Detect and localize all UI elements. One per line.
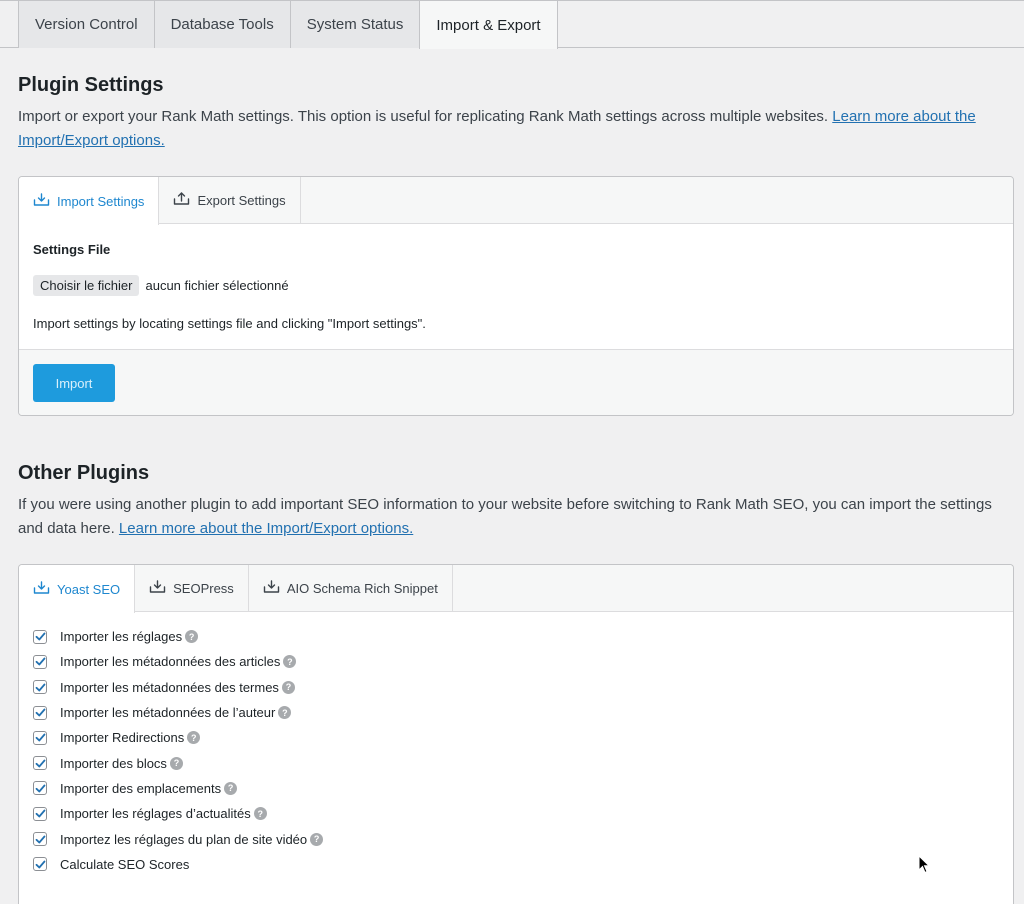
checkbox[interactable] [33,654,47,669]
tab-database-tools[interactable]: Database Tools [153,1,290,48]
tab-aio-schema-label: AIO Schema Rich Snippet [286,581,438,596]
checkmark-icon [35,708,45,717]
plugin-settings-section: Plugin Settings Import or export your Ra… [18,74,1014,416]
no-file-text: aucun fichier sélectionné [145,278,289,293]
checkmark-icon [35,683,45,692]
tab-aio-schema[interactable]: AIO Schema Rich Snippet [249,565,453,612]
checkmark-icon [35,759,45,768]
checkbox[interactable] [33,832,47,847]
list-item: Importer les métadonnées des articles? [33,649,999,674]
checkbox[interactable] [33,756,47,771]
help-icon[interactable]: ? [278,706,292,720]
other-plugins-title: Other Plugins [18,462,150,484]
plugin-settings-description-text: Import or export your Rank Math settings… [18,108,829,125]
tab-import-settings[interactable]: Import Settings [19,177,160,225]
option-label: Importer les réglages d’actualités [60,806,251,822]
option-label: Importer des emplacements [60,780,222,796]
checkbox[interactable] [33,806,47,821]
import-settings-panel: Settings File Choisir le fichier aucun f… [19,224,1013,348]
checkmark-icon [35,784,45,793]
checkbox[interactable] [33,857,47,872]
other-plugins-description: If you were using another plugin to add … [18,493,1014,541]
tab-version-control[interactable]: Version Control [18,1,154,48]
tab-import-settings-label: Import Settings [57,193,145,209]
import-icon [33,192,50,210]
import-options-list: Importer les réglages? Importer les métad… [19,612,1013,877]
other-plugins-box: Yoast SEO SEOPress AIO Schema Rich Snipp… [18,564,1014,904]
help-icon[interactable]: ? [169,756,183,770]
checkbox[interactable] [33,705,47,720]
other-plugins-tabs: Yoast SEO SEOPress AIO Schema Rich Snipp… [19,565,1013,613]
checkmark-icon [35,860,45,869]
import-icon [33,580,50,598]
choose-file-button[interactable]: Choisir le fichier [33,275,140,296]
settings-file-label: Settings File [33,242,111,257]
tab-yoast-seo-label: Yoast SEO [57,581,121,597]
option-label: Importer les métadonnées de l’auteur [60,705,276,721]
checkmark-icon [35,658,45,666]
checkmark-icon [35,632,45,641]
import-icon [263,580,280,597]
list-item: Importer les réglages d’actualités? [33,801,999,826]
list-item: Importez les réglages du plan de site vi… [33,826,999,851]
list-item: Importer Redirections? [33,725,999,750]
option-label: Importer des blocs [60,755,167,771]
checkbox[interactable] [33,781,47,796]
tab-seopress[interactable]: SEOPress [135,565,249,612]
tab-system-status[interactable]: System Status [289,1,420,48]
help-icon[interactable]: ? [281,680,295,694]
plugin-settings-box: Import Settings Export Settings Settings… [18,176,1014,416]
option-label: Importer les réglages [60,629,183,645]
import-icon [149,580,166,597]
list-item: Importer les métadonnées de l’auteur? [33,700,999,725]
help-icon[interactable]: ? [283,655,297,669]
tab-export-settings[interactable]: Export Settings [159,177,301,224]
option-label: Importez les réglages du plan de site vi… [60,831,308,847]
other-plugins-section: Other Plugins If you were using another … [18,462,1014,904]
help-icon[interactable]: ? [224,781,238,795]
mouse-cursor-icon [918,855,931,874]
checkmark-icon [35,835,45,843]
plugin-settings-tabs: Import Settings Export Settings [19,177,1013,225]
checkbox[interactable] [33,680,47,695]
option-label: Importer les métadonnées des articles [60,654,281,670]
plugin-settings-description: Import or export your Rank Math settings… [18,105,1014,153]
list-item: Importer des emplacements? [33,776,999,801]
checkbox[interactable] [33,730,47,745]
plugin-settings-title: Plugin Settings [18,74,164,96]
option-label: Importer Redirections [60,730,185,746]
export-icon [173,192,190,209]
help-icon[interactable]: ? [253,807,267,821]
checkmark-icon [35,733,45,742]
top-tabs: Version Control Database Tools System St… [18,1,558,49]
list-item: Calculate SEO Scores [33,852,999,877]
tab-export-settings-label: Export Settings [197,193,286,208]
help-icon[interactable]: ? [310,832,324,846]
help-icon[interactable]: ? [187,731,201,745]
other-plugins-learn-more-link[interactable]: Learn more about the Import/Export optio… [119,520,413,537]
tab-import-export[interactable]: Import & Export [419,1,558,49]
tab-seopress-label: SEOPress [173,581,234,596]
list-item: Importer les métadonnées des termes? [33,675,999,700]
option-label: Importer les métadonnées des termes [60,679,279,695]
help-icon[interactable]: ? [185,630,199,644]
checkmark-icon [35,809,45,818]
checkbox[interactable] [33,629,47,644]
top-tab-bar: Version Control Database Tools System St… [0,0,1024,49]
option-label: Calculate SEO Scores [60,856,190,872]
import-footer: Import [19,349,1013,415]
list-item: Importer les réglages? [33,624,999,649]
list-item: Importer des blocs? [33,750,999,775]
import-button[interactable]: Import [33,364,115,402]
tab-yoast-seo[interactable]: Yoast SEO [19,565,136,613]
file-input: Choisir le fichier aucun fichier sélecti… [33,275,289,296]
import-hint: Import settings by locating settings fil… [33,316,426,331]
